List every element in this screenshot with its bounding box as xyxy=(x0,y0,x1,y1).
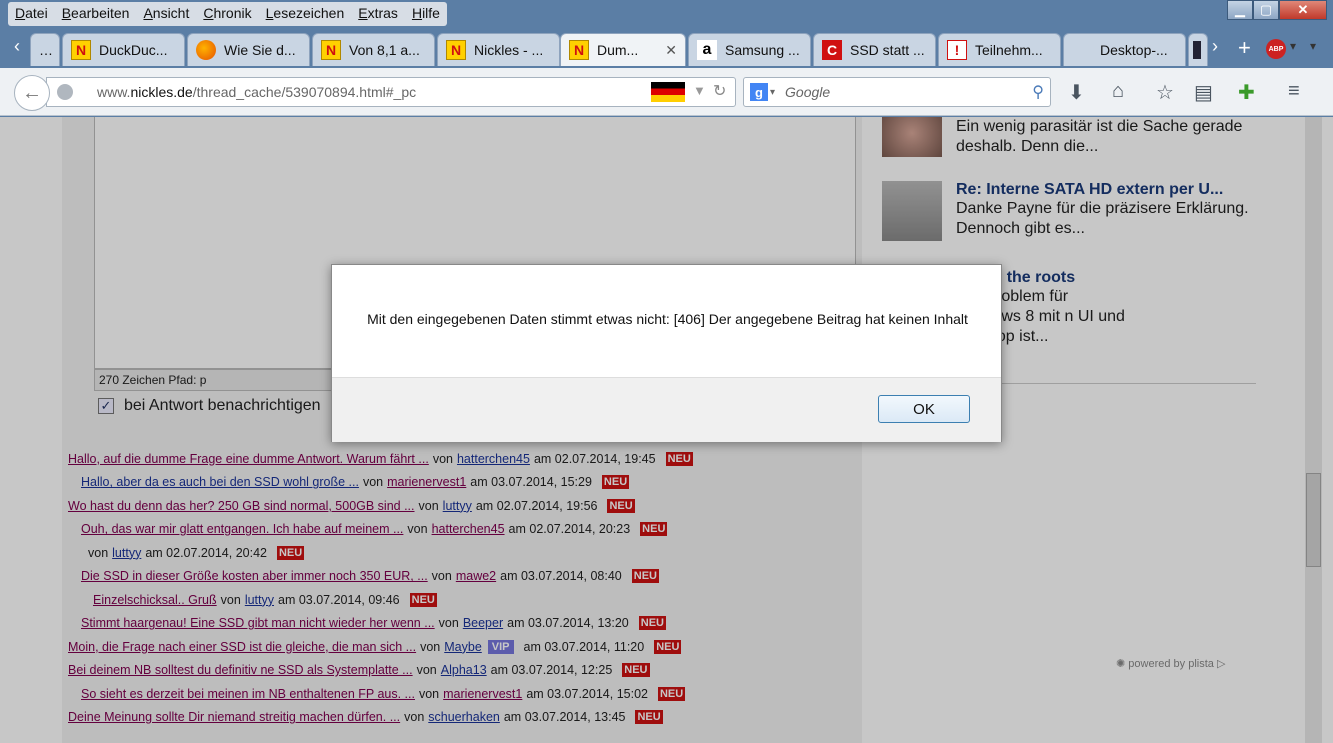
tab-nickles[interactable]: N Nickles - ... xyxy=(437,33,560,66)
nickles-favicon-icon: N xyxy=(446,40,466,60)
windows-favicon-icon xyxy=(1072,40,1092,60)
red-favicon-icon: ! xyxy=(947,40,967,60)
menu-bar: Datei Bearbeiten Ansicht Chronik Lesezei… xyxy=(8,2,447,26)
google-icon[interactable]: g xyxy=(750,83,768,101)
tab-list-dropdown-icon[interactable]: ▾ xyxy=(1310,39,1316,53)
nickles-favicon-icon: N xyxy=(569,40,589,60)
reload-icon[interactable]: ↻ xyxy=(713,81,726,101)
tab-dum-active[interactable]: N Dum... ✕ xyxy=(560,33,686,66)
alert-dialog: Mit den eingegebenen Daten stimmt etwas … xyxy=(331,264,1002,442)
star-icon[interactable]: ☆ xyxy=(1156,80,1174,105)
close-window-button[interactable]: ✕ xyxy=(1279,0,1327,20)
menu-chronik[interactable]: Chronik xyxy=(196,2,258,26)
search-input[interactable]: Google xyxy=(785,84,830,100)
reading-list-icon[interactable]: ▤ xyxy=(1194,80,1213,105)
tab-scroll-left-icon[interactable]: ‹ xyxy=(14,36,20,57)
menu-datei[interactable]: Datei xyxy=(8,2,55,26)
url-prefix: www. xyxy=(97,84,131,100)
ok-button[interactable]: OK xyxy=(878,395,970,423)
maximize-button[interactable]: ▢ xyxy=(1253,0,1279,20)
back-arrow-icon: ← xyxy=(22,81,42,104)
menu-extras[interactable]: Extras xyxy=(351,2,405,26)
nickles-favicon-icon: N xyxy=(321,40,341,60)
window-controls: ▁ ▢ ✕ xyxy=(1227,0,1327,20)
nickles-favicon-icon: N xyxy=(71,40,91,60)
menu-hilfe[interactable]: Hilfe xyxy=(405,2,447,26)
tab-partial[interactable] xyxy=(1188,33,1208,66)
tab-overflow[interactable]: … xyxy=(30,33,60,66)
download-icon[interactable]: ⬇ xyxy=(1068,80,1085,105)
search-engine-dropdown-icon[interactable]: ▾ xyxy=(770,87,775,98)
tab-teilnehm[interactable]: ! Teilnehm... xyxy=(938,33,1061,66)
home-icon[interactable]: ⌂ xyxy=(1112,80,1124,103)
search-bar[interactable]: g ▾ Google ⚲ xyxy=(743,77,1051,107)
dialog-footer: OK xyxy=(332,377,1001,442)
back-button[interactable]: ← xyxy=(14,75,50,111)
minimize-button[interactable]: ▁ xyxy=(1227,0,1253,20)
tab-desktop[interactable]: Desktop-... xyxy=(1063,33,1186,66)
menu-bearbeiten[interactable]: Bearbeiten xyxy=(55,2,137,26)
url-dropdown-icon[interactable]: ▼ xyxy=(693,83,706,98)
puzzle-icon[interactable]: ✚ xyxy=(1238,80,1255,105)
menu-icon[interactable]: ≡ xyxy=(1288,80,1300,103)
tab-scroll-right-icon[interactable]: › xyxy=(1212,36,1218,57)
browser-window: Datei Bearbeiten Ansicht Chronik Lesezei… xyxy=(0,0,1333,743)
tab-ssd-statt[interactable]: C SSD statt ... xyxy=(813,33,936,66)
menu-ansicht[interactable]: Ansicht xyxy=(136,2,196,26)
dialog-message: Mit den eingegebenen Daten stimmt etwas … xyxy=(367,311,968,327)
new-tab-icon[interactable]: + xyxy=(1238,35,1251,61)
search-icon[interactable]: ⚲ xyxy=(1032,82,1044,102)
tab-von-8-1[interactable]: N Von 8,1 a... xyxy=(312,33,435,66)
tab-wie-sie[interactable]: Wie Sie d... xyxy=(187,33,310,66)
firefox-favicon-icon xyxy=(196,40,216,60)
adblock-plus-icon[interactable]: ABP xyxy=(1266,39,1286,59)
tab-samsung[interactable]: a Samsung ... xyxy=(688,33,811,66)
tab-bar: ‹ … N DuckDuc... Wie Sie d... N Von 8,1 a.… xyxy=(0,30,1333,68)
url-bar[interactable]: www. nickles.de/thread_cache/539070894.ht… xyxy=(46,77,736,107)
tab-duckduckgo[interactable]: N DuckDuc... xyxy=(62,33,185,66)
menu-lesezeichen[interactable]: Lesezeichen xyxy=(259,2,352,26)
computerbase-favicon-icon: C xyxy=(822,40,842,60)
german-flag-icon[interactable] xyxy=(651,82,685,102)
url-path: /thread_cache/539070894.html#_pc xyxy=(192,84,417,100)
navigation-toolbar: www. nickles.de/thread_cache/539070894.ht… xyxy=(0,68,1333,116)
site-identity-icon[interactable] xyxy=(57,84,73,100)
amazon-favicon-icon: a xyxy=(697,40,717,60)
url-domain: nickles.de xyxy=(130,84,193,100)
tab-close-icon[interactable]: ✕ xyxy=(665,42,677,59)
adblock-dropdown-icon[interactable]: ▾ xyxy=(1290,39,1296,53)
